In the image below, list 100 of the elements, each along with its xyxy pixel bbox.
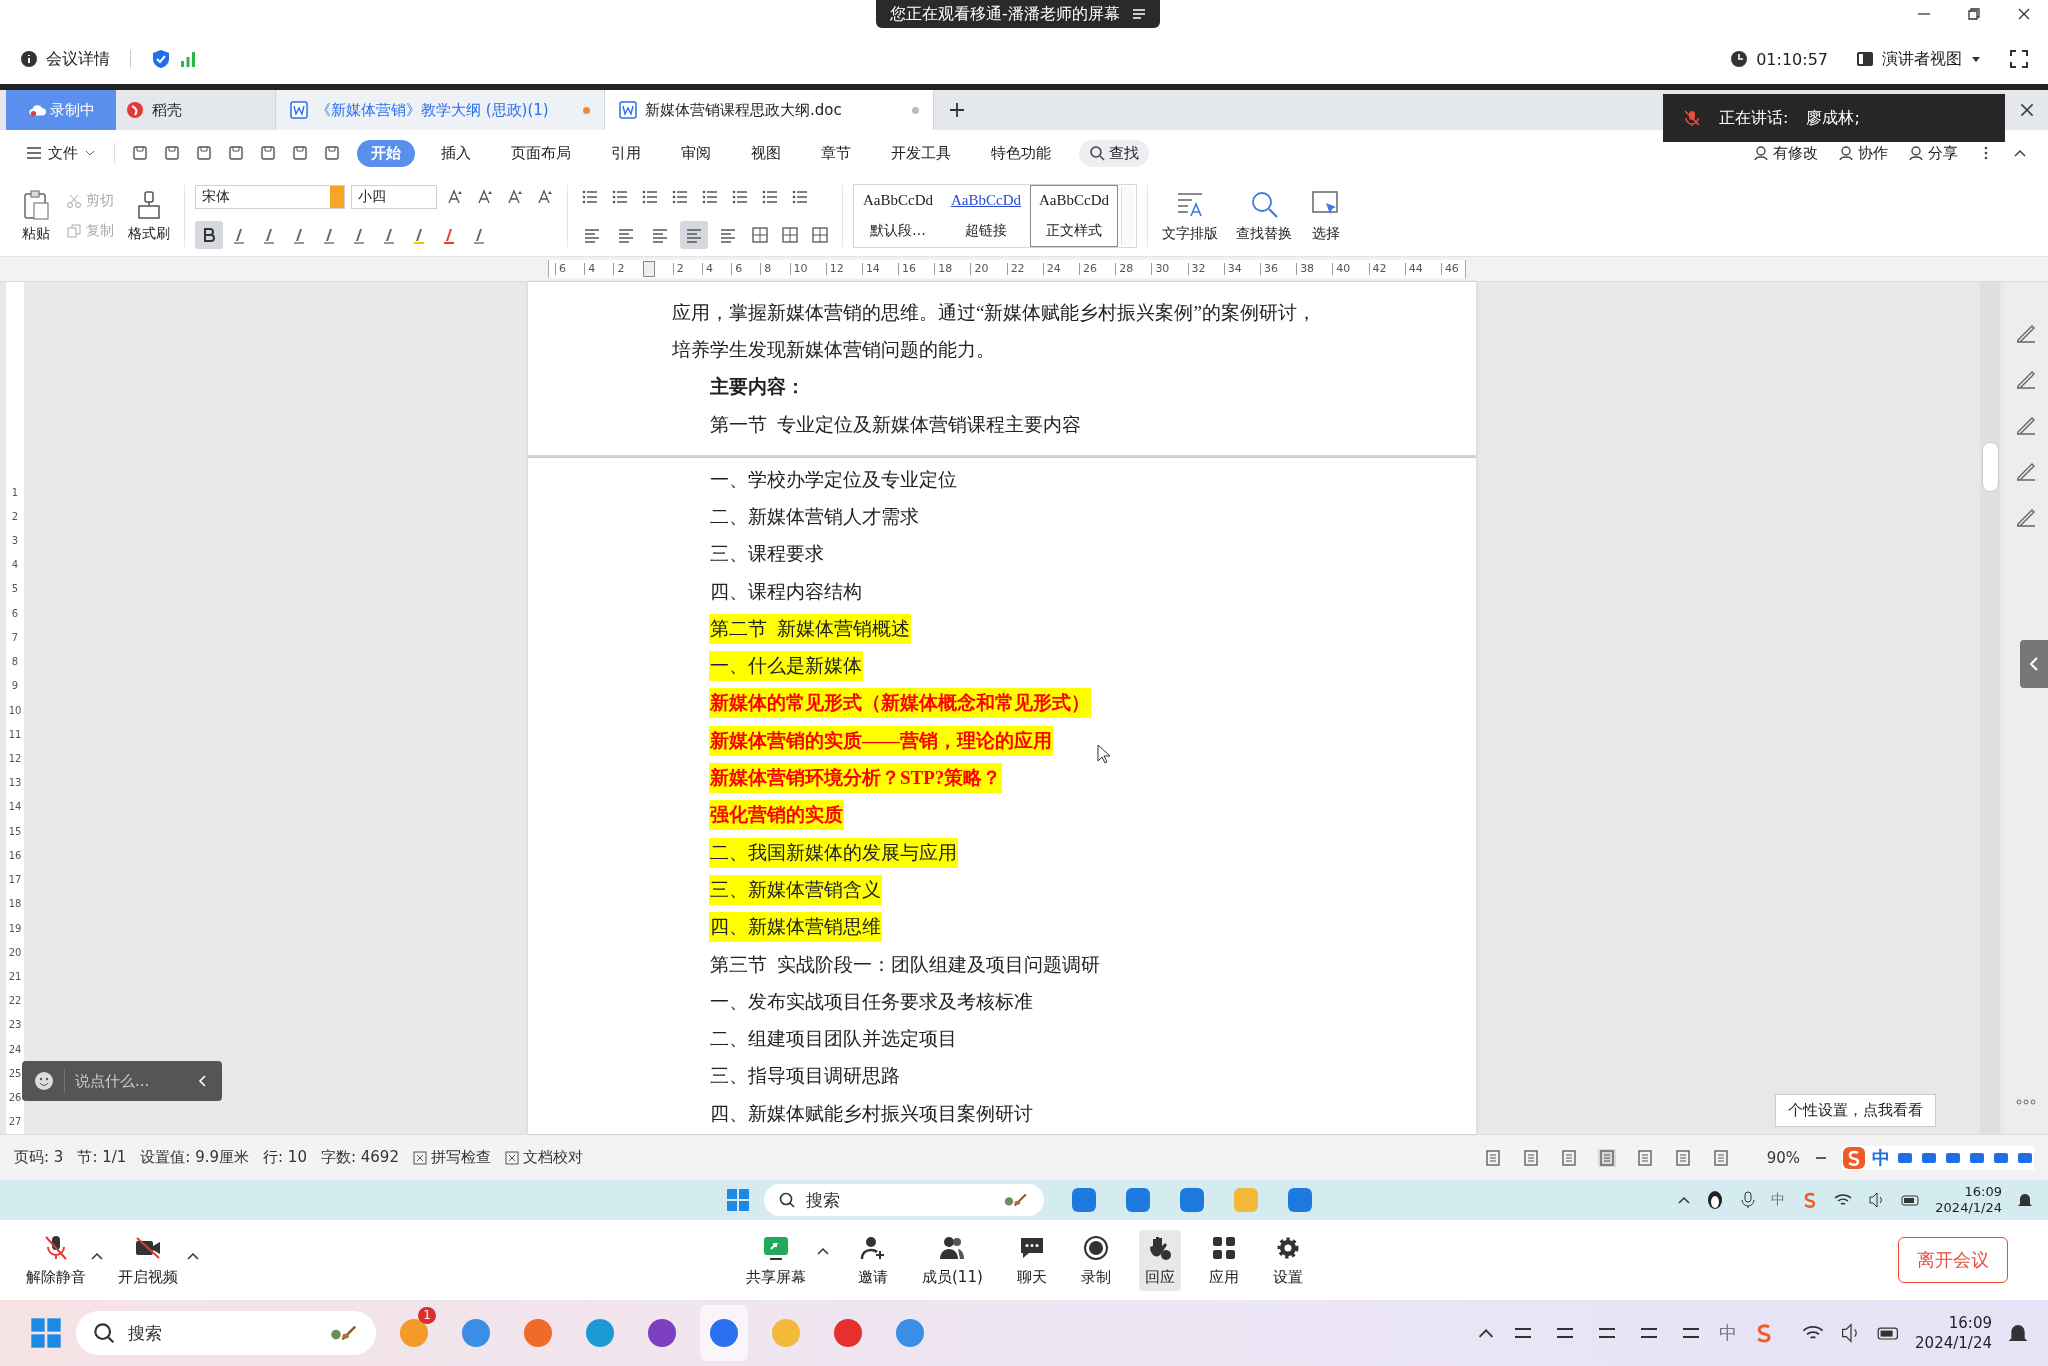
close-icon[interactable] [2016,6,2032,22]
header-action-button[interactable]: 分享 [1908,143,1958,163]
info-icon[interactable] [20,50,38,68]
status-field: 字数: 4692 [320,1148,399,1167]
justify-icon[interactable] [680,221,708,249]
gallery-scrollbar[interactable] [1121,187,1134,245]
search-icon [778,1191,796,1209]
chat-input-field[interactable]: 说点什么... [22,1061,222,1101]
ribbon-tab[interactable]: 视图 [737,139,795,167]
input-language-indicator[interactable]: 中 [1719,1321,1738,1345]
taskbar-search-field[interactable]: 搜索 [76,1311,376,1355]
vertical-scrollbar[interactable] [1980,282,2000,1134]
header-action-button[interactable]: 有修改 [1753,143,1818,163]
status-check-button[interactable]: 文档校对 [504,1148,583,1167]
font-size-dropdown[interactable]: 小四 [351,185,437,209]
document-line: 主要内容： [709,375,806,400]
style-option[interactable]: AaBbCcDd 正文样式 [1030,185,1118,247]
restore-icon[interactable] [1966,6,1982,22]
header-action-button[interactable]: 协作 [1838,143,1888,163]
unmute-button[interactable]: 解除静音 [20,1229,92,1291]
status-field: 节: 1/1 [77,1148,127,1167]
meeting-details-link[interactable]: 会议详情 [46,48,110,70]
record-icon [1081,1233,1110,1262]
sogou-icon[interactable] [1842,1145,1866,1170]
ribbon-tab[interactable]: 特色功能 [977,139,1065,167]
grow-font-icon[interactable] [446,188,464,206]
page-view-icon[interactable] [1597,1148,1616,1167]
spell-check-icon [412,1150,427,1165]
leave-meeting-button[interactable]: 离开会议 [1898,1237,2008,1283]
microphone-icon[interactable] [1739,1191,1758,1209]
word-doc-icon [290,101,308,119]
meeting-control-button[interactable]: 聊天 [1010,1229,1053,1291]
find-replace-button[interactable]: 查找替换 [1232,187,1296,245]
horizontal-ruler[interactable]: 6 4 2 2 4 6 8 10 12 14 16 18 20 22 24 26 28 30 32 34 36 38 40 42 44 46 [548,260,1466,278]
document-line: 四、课程内容结构 [709,579,863,604]
ribbon-tab[interactable]: 开发工具 [877,139,965,167]
indent-marker[interactable] [642,261,655,277]
windows-start-icon[interactable] [726,1188,750,1212]
action-icon [1753,145,1769,161]
select-button[interactable]: 选择 [1306,187,1346,245]
save-icon[interactable] [131,144,149,162]
signal-icon[interactable] [179,50,197,68]
bullet-list-icon[interactable] [581,188,599,206]
proofread-icon [504,1150,519,1165]
muted-mic-icon [42,1233,70,1262]
close-icon[interactable] [2018,101,2036,119]
meeting-control-button[interactable]: 共享屏幕 [740,1229,812,1291]
tooltip[interactable]: 个性设置，点我看看 [1775,1094,1936,1127]
scissors-icon [66,193,82,209]
system-clock[interactable]: 16:09 2024/1/24 [1935,1184,2002,1216]
menu-icon[interactable] [1131,8,1146,20]
document-line: 一、发布实战项目任务要求及考核标准 [709,989,1034,1014]
vertical-ruler[interactable]: 1 2 3 4 5 6 7 8 9 10 11 12 13 14 15 16 17 18 19 20 21 22 23 24 25 26 27 [6,282,24,1134]
meeting-control-button[interactable]: 应用 [1202,1229,1245,1291]
style-option[interactable]: AaBbCcDd 超链接 [942,185,1030,247]
style-option[interactable]: AaBbCcDd 默认段... [854,185,942,247]
document-tab[interactable]: 《新媒体营销》教学大纲 (思政)(1) [276,90,605,130]
paste-button[interactable]: 粘贴 [16,187,56,245]
document-line: 二、组建项目团队并选定项目 [709,1027,958,1052]
layout-icon[interactable] [1856,50,1874,68]
meeting-control-button[interactable]: 设置 [1266,1229,1309,1291]
meeting-control-button[interactable]: 成员(11) [916,1229,989,1291]
shield-icon[interactable] [151,49,171,69]
format-painter-button[interactable]: 格式刷 [124,187,174,245]
ribbon-tab[interactable]: 插入 [427,139,485,167]
ribbon-tab[interactable]: 页面布局 [497,139,585,167]
document-line: 一、学校办学定位及专业定位 [709,467,958,492]
file-menu[interactable]: 文件 [20,139,102,167]
start-video-button[interactable]: 开启视频 [112,1229,184,1291]
docer-icon [126,101,144,119]
speaking-label: 正在讲话: [1719,107,1789,129]
status-check-button[interactable]: 拼写检查 [412,1148,491,1167]
collapse-panel-tab[interactable] [2020,640,2048,688]
ribbon-tab[interactable]: 引用 [597,139,655,167]
ribbon-tab[interactable]: 审阅 [667,139,725,167]
app-icon[interactable] [398,1317,430,1349]
meeting-timer: 01:10:57 [1756,49,1828,69]
meeting-control-button[interactable]: 邀请 [852,1229,894,1291]
font-family-dropdown[interactable]: 宋体 [195,185,345,209]
notification-badge: 1 [418,1307,436,1324]
meeting-control-button[interactable]: 录制 [1074,1229,1117,1291]
search-button[interactable]: 查找 [1079,139,1149,167]
meeting-control-button[interactable]: 回应 [1138,1229,1181,1291]
windows-start-icon[interactable] [30,1317,62,1349]
notification-icon[interactable] [2016,1191,2034,1209]
document-tab[interactable]: 新媒体营销课程思政大纲.doc [605,90,934,130]
new-tab-icon[interactable] [948,101,966,119]
document-line: 第三节 实战阶段一：团队组建及项目问题调研 [709,952,1101,977]
input-mode-toggle[interactable]: 中 [1872,1145,1890,1170]
ribbon-tab[interactable]: 章节 [807,139,865,167]
input-language-indicator[interactable]: 中 [1771,1191,1786,1209]
copy-icon [66,223,82,239]
speaker-view-button[interactable]: 演讲者视图 [1882,48,1962,70]
banner-text: 您正在观看移通-潘潘老师的屏幕 [890,3,1120,25]
text-layout-button[interactable]: 文字排版 [1158,187,1222,245]
action-icon [1908,145,1924,161]
system-clock[interactable]: 16:09 2024/1/24 [1915,1313,1992,1353]
zoom-dropdown[interactable]: 90% [1766,1148,1800,1167]
bold-button[interactable] [195,221,223,249]
taskbar-search-field[interactable]: 搜索 [764,1184,1044,1216]
